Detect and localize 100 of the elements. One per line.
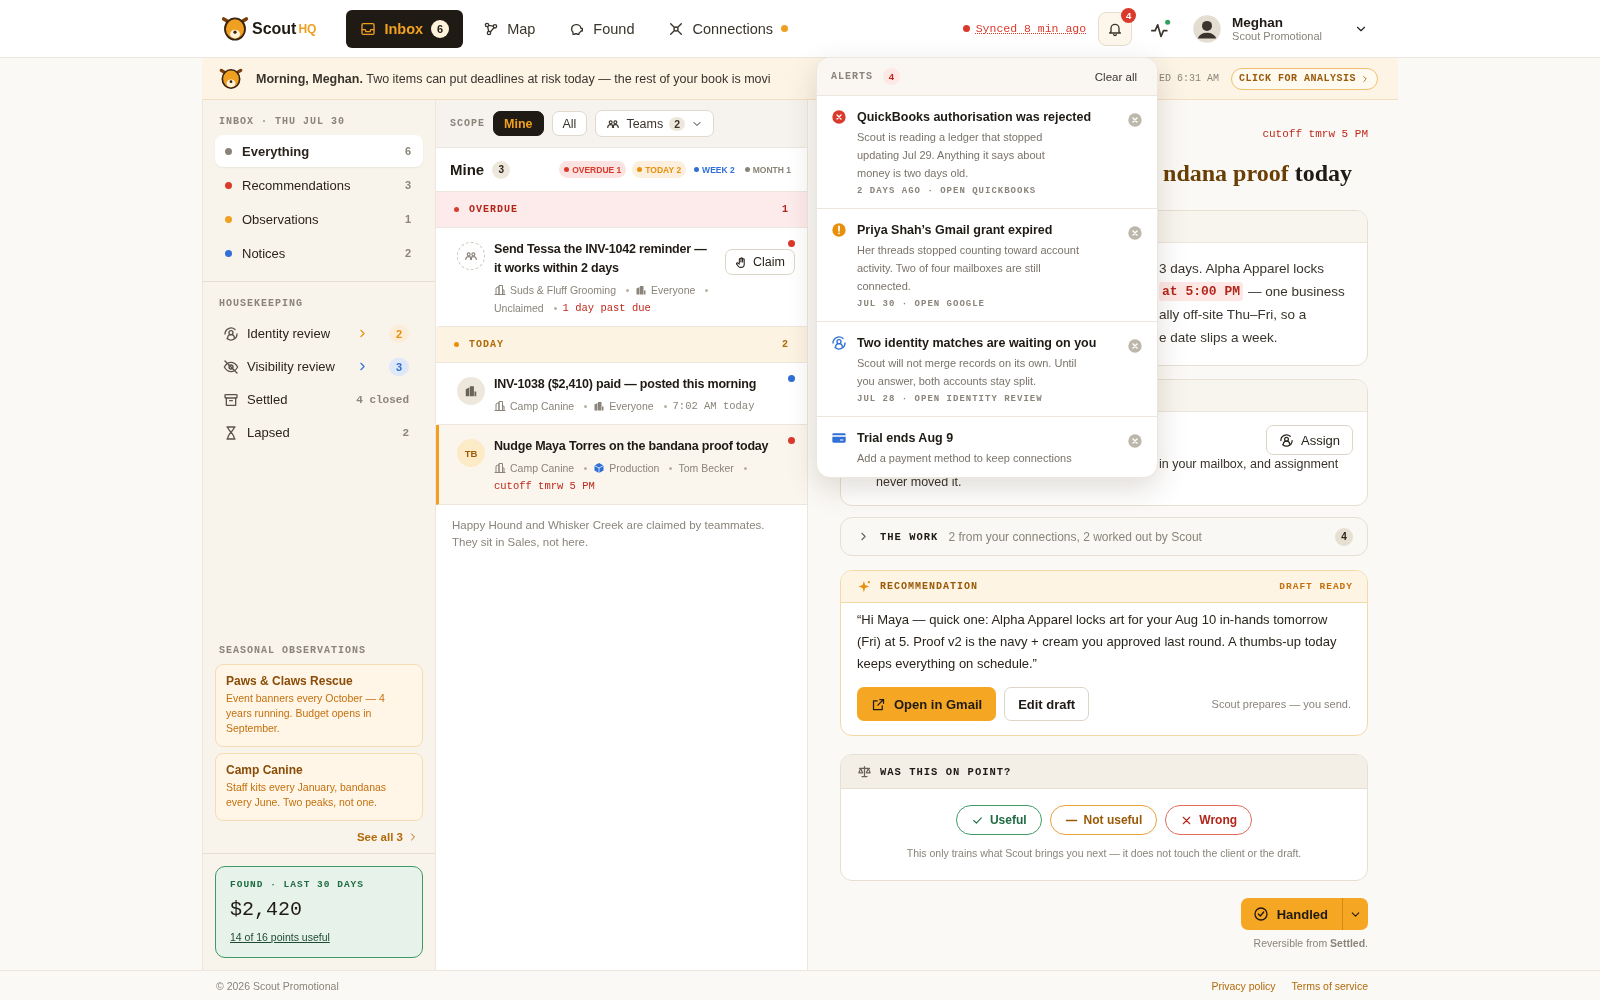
teams-dropdown[interactable]: Teams 2 — [595, 110, 715, 137]
greeting-text: Morning, Meghan. Two items can put deadlines at risk today — the rest of your book is movi — [256, 71, 771, 86]
item-meta: Suds & Fluff Grooming — [510, 284, 617, 296]
scope-option[interactable]: Mine — [493, 111, 544, 136]
assignment-text: in your mailbox, and assignment — [1159, 456, 1339, 473]
filter-item[interactable]: Everything 6 — [215, 135, 423, 167]
item-count: 2 — [402, 426, 409, 439]
assignment-text: never moved it. — [875, 474, 963, 491]
alert-title: Priya Shah’s Gmail grant expired — [857, 222, 1054, 239]
filter-item[interactable]: Notices 2 — [215, 237, 423, 269]
item-count: 4 closed — [356, 393, 409, 406]
housekeeping-item[interactable]: Settled 4 closed — [215, 383, 423, 416]
inbox-item[interactable]: TB Nudge Maya Torres on the bandana proof today Camp Canine Production Tom Becker cutoff tmrw 5 PM — [436, 425, 807, 505]
buildings-icon — [464, 384, 478, 398]
housekeeping-item[interactable]: Lapsed 2 — [215, 416, 423, 449]
item-meta: Tom Becker — [678, 462, 734, 474]
count-badge: 4 — [883, 68, 900, 85]
item-title: Send Tessa the INV-1042 reminder — it works within 2 days — [494, 241, 708, 277]
observation-card[interactable]: Paws & Claws Rescue Event banners every October — 4 years running. Budget opens in September. — [215, 664, 423, 747]
work-label: THE WORK — [880, 530, 939, 543]
section-count: 2 — [782, 339, 789, 350]
open-in-gmail-button[interactable]: Open in Gmail — [857, 687, 997, 721]
initials-avatar: TB — [457, 439, 485, 467]
assign-button[interactable]: Assign — [1265, 425, 1353, 455]
item-meta: Production — [609, 462, 660, 474]
item-meta: Unclaimed — [494, 302, 544, 314]
person-sync-icon — [1278, 432, 1294, 448]
close-icon — [1127, 338, 1143, 354]
external-link-icon — [871, 696, 886, 712]
observation-card[interactable]: Camp Canine Staff kits every January, bandanas every June. Two peaks, not one. — [215, 753, 423, 821]
scope-option[interactable]: All — [551, 111, 588, 136]
analysis-button[interactable]: CLICK FOR ANALYSIS — [1230, 67, 1378, 90]
item-count: 3 — [404, 179, 411, 191]
alerts-button[interactable]: 4 — [1098, 11, 1133, 46]
section-label: OVERDUE — [469, 204, 518, 215]
brand-suffix: HQ — [298, 21, 317, 36]
dismiss-button[interactable] — [1127, 433, 1143, 449]
alert-item[interactable]: Trial ends Aug 9 Add a payment method to keep connections — [817, 417, 1157, 477]
dismiss-button[interactable] — [1127, 338, 1143, 354]
item-meta: 7:02 AM today — [672, 400, 755, 412]
footer-link[interactable]: Privacy policy — [1211, 979, 1276, 992]
alert-text: Her threads stopped counting toward account activity. Two of four mailboxes are still connected. — [857, 243, 1079, 294]
work-summary: 2 from your connections, 2 worked out by Scout — [948, 529, 1202, 544]
due-chip[interactable]: WEEK 2 — [692, 161, 737, 178]
alert-meta: JUL 30 · OPEN GOOGLE — [857, 299, 987, 309]
count-badge: 6 — [431, 19, 450, 38]
alerts-title: ALERTS — [831, 71, 873, 82]
detail-heading: ndana proof — [1163, 160, 1289, 188]
found-amount: $2,420 — [230, 898, 303, 921]
sync-status-link[interactable]: Synced 8 min ago — [975, 22, 1087, 35]
feedback-button[interactable]: Not useful — [1049, 805, 1158, 835]
alert-item[interactable]: QuickBooks authorisation was rejected Scout is reading a ledger that stopped updating Jul 29. Anything it says about money is two days old. 2 DAYS AGO · OPEN QUICKBOOKS — [817, 96, 1157, 209]
filter-item[interactable]: Observations 1 — [215, 203, 423, 235]
observation-title: Paws & Claws Rescue — [226, 674, 354, 688]
summary-text: ally off-site Thu–Fri, so a — [1159, 306, 1307, 324]
count-badge: 4 — [1121, 7, 1137, 23]
housekeeping-item[interactable]: Identity review 2 — [215, 317, 423, 350]
work-row[interactable]: THE WORK 2 from your connections, 2 worked out by Scout 4 — [840, 517, 1368, 556]
nav-tab[interactable]: Found — [555, 9, 649, 48]
summary-text: 3 days. Alpha Apparel locks — [1159, 260, 1325, 278]
scale-icon — [857, 764, 872, 779]
alert-item[interactable]: Two identity matches are waiting on you Scout will not merge records on its own. Until you answer, both accounts stay split. JUL 28 · OPEN IDENTITY REVIEW — [817, 322, 1157, 417]
detail-heading: today — [1294, 160, 1352, 188]
chevron-right-icon — [1360, 73, 1370, 84]
summary-text: e date slips a week. — [1159, 329, 1278, 347]
recommendation-label: RECOMMENDATION — [880, 581, 978, 592]
edit-draft-button[interactable]: Edit draft — [1004, 687, 1090, 721]
item-title: INV-1038 ($2,410) paid — posted this morning — [494, 376, 758, 393]
due-chip[interactable]: OVERDUE 1 — [559, 161, 627, 178]
feedback-button[interactable]: Wrong — [1165, 805, 1253, 835]
clear-all-button[interactable]: Clear all — [1088, 69, 1143, 84]
filter-item[interactable]: Recommendations 3 — [215, 169, 423, 201]
draft-message: “Hi Maya — quick one: Alpha Apparel locks art for your Aug 10 in-hands tomorrow (Fri) at 5. Proof v2 is the navy + cream you approved last round. A thumbs-up today keeps everything on schedule.” — [857, 611, 1338, 673]
useful-points-link[interactable]: 14 of 16 points useful — [230, 931, 330, 943]
summary-text: — one business — [1248, 283, 1345, 301]
dismiss-button[interactable] — [1127, 112, 1143, 128]
alert-meta: JUL 28 · OPEN IDENTITY REVIEW — [857, 394, 1044, 404]
close-icon — [1127, 112, 1143, 128]
claim-button[interactable]: Claim — [725, 249, 795, 275]
due-chip[interactable]: MONTH 1 — [742, 161, 793, 178]
handled-button[interactable]: Handled — [1240, 898, 1342, 930]
count-badge: 2 — [389, 324, 409, 343]
activity-icon — [1150, 18, 1173, 39]
item-count: 2 — [404, 247, 411, 259]
feedback-button[interactable]: Useful — [955, 805, 1042, 835]
nav-tab[interactable]: Connections — [654, 9, 803, 48]
footer-link[interactable]: Terms of service — [1291, 979, 1368, 992]
alert-text: Scout is reading a ledger that stopped updating Jul 29. Anything it says about money is two days old. — [857, 130, 1046, 181]
housekeeping-item[interactable]: Visibility review 3 — [215, 350, 423, 383]
section-count: 1 — [782, 204, 789, 215]
section-heading: HOUSEKEEPING — [218, 297, 304, 311]
nav-tab[interactable]: Map — [469, 9, 550, 48]
avatar-icon — [1192, 13, 1223, 44]
deadline-highlight: at 5:00 PM — [1159, 282, 1243, 301]
alert-item[interactable]: Priya Shah’s Gmail grant expired Her threads stopped counting toward account activity. Two of four mailboxes are still connected. JUL 30 · OPEN GOOGLE — [817, 209, 1157, 322]
observation-text: Event banners every October — 4 years running. Budget opens in September. — [226, 691, 386, 736]
cutoff-time: cutoff tmrw 5 PM — [1262, 128, 1368, 142]
dismiss-button[interactable] — [1127, 225, 1143, 241]
see-all-link[interactable]: See all 3 — [356, 831, 419, 843]
nav-tab[interactable]: Inbox 6 — [346, 9, 464, 48]
